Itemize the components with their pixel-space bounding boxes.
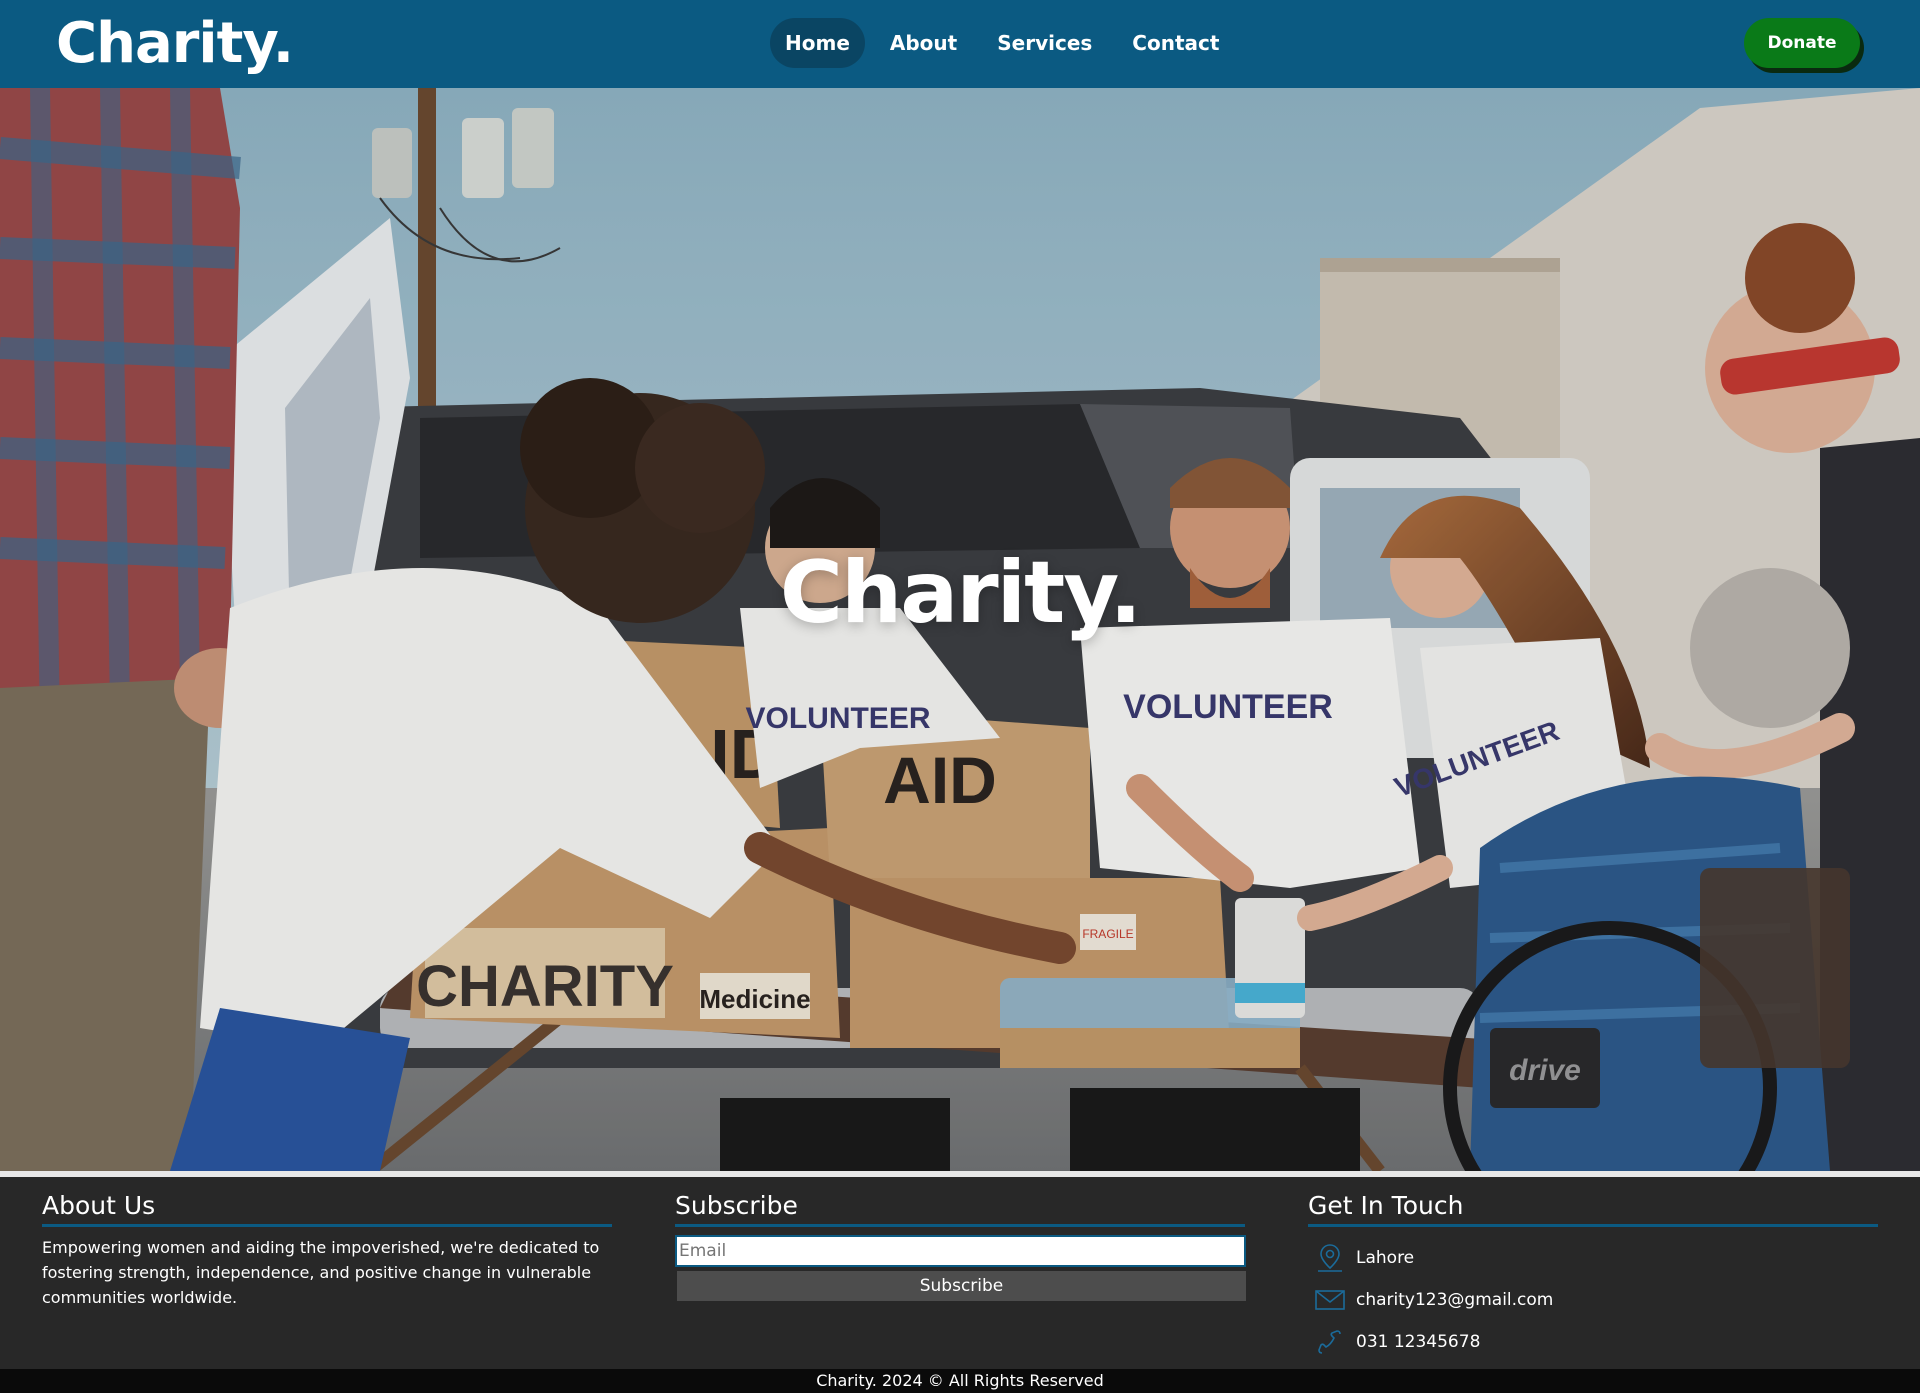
envelope-icon <box>1315 1290 1345 1310</box>
contact-email-text[interactable]: charity123@gmail.com <box>1356 1290 1553 1310</box>
nav-home-link[interactable]: Home <box>770 18 865 68</box>
footer-about-text: Empowering women and aiding the impoveri… <box>42 1238 600 1307</box>
nav-services-link[interactable]: Services <box>982 18 1107 68</box>
footer-subscribe-heading: Subscribe <box>675 1191 1245 1227</box>
hero-section: CHARITY AID AID Medicine FRAGILE VOLUNTE… <box>0 88 1920 1171</box>
footer-subscribe-column: Subscribe Subscribe <box>675 1191 1246 1301</box>
contact-phone-row[interactable]: 031 12345678 <box>1308 1327 1878 1357</box>
location-pin-icon <box>1318 1244 1342 1272</box>
email-input[interactable] <box>675 1235 1246 1267</box>
contact-phone-text[interactable]: 031 12345678 <box>1356 1332 1480 1352</box>
main-menu: Home About Services Contact <box>770 18 1234 68</box>
nav-contact-link[interactable]: Contact <box>1117 18 1234 68</box>
subscribe-button[interactable]: Subscribe <box>677 1271 1246 1301</box>
footer-about-column: About Us Empowering women and aiding the… <box>42 1191 612 1310</box>
donate-button[interactable]: Donate <box>1744 18 1860 68</box>
contact-email-row[interactable]: charity123@gmail.com <box>1308 1285 1878 1315</box>
footer-contact-column: Get In Touch Lahore charity123@gmail.com… <box>1308 1191 1878 1357</box>
contact-location-row: Lahore <box>1308 1243 1878 1273</box>
phone-icon <box>1318 1330 1341 1354</box>
copyright-bar: Charity. 2024 © All Rights Reserved <box>0 1369 1920 1393</box>
footer-about-heading: About Us <box>42 1191 612 1227</box>
nav-about-link[interactable]: About <box>875 18 972 68</box>
footer-contact-heading: Get In Touch <box>1308 1191 1878 1227</box>
top-navbar: Charity. Home About Services Contact Don… <box>0 0 1920 88</box>
contact-location-text: Lahore <box>1356 1248 1415 1268</box>
site-footer: About Us Empowering women and aiding the… <box>0 1171 1920 1369</box>
brand-logo[interactable]: Charity. <box>56 10 294 78</box>
hero-title: Charity. <box>779 543 1142 643</box>
